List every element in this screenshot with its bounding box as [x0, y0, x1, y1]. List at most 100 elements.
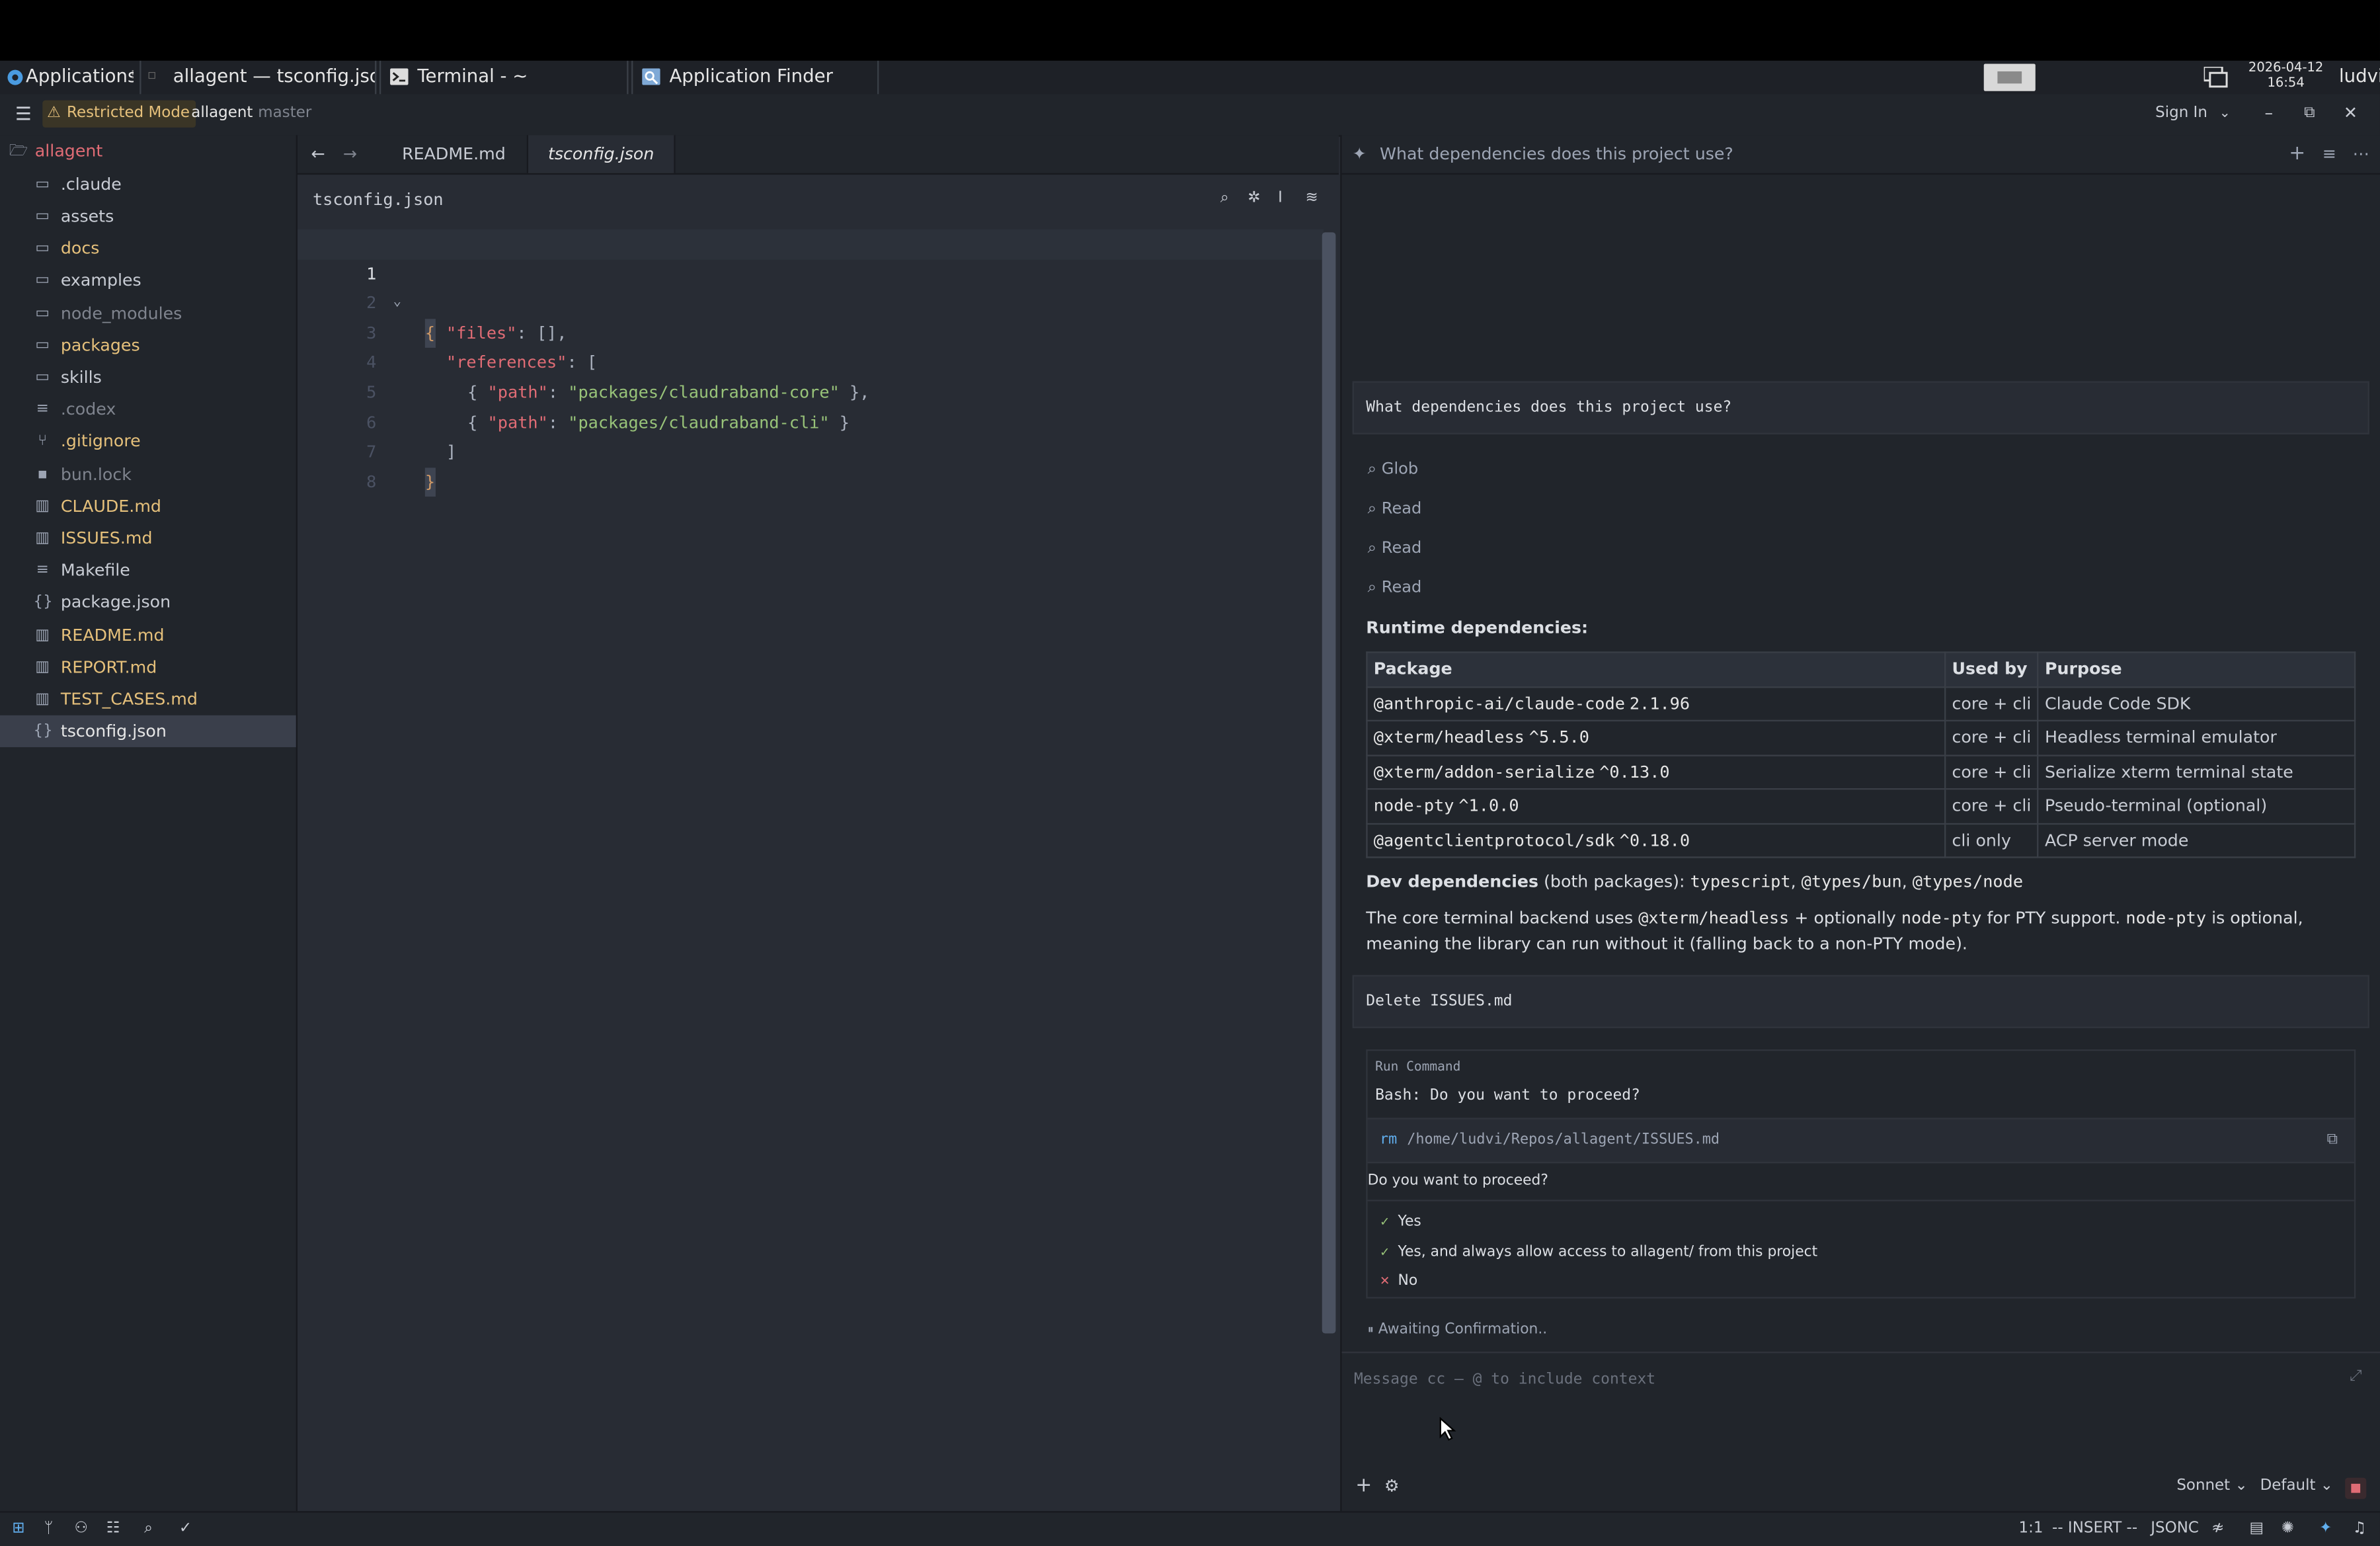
search-icon[interactable]: ⌕ [144, 1513, 153, 1546]
stop-button[interactable] [2345, 1477, 2367, 1499]
permission-option[interactable]: ✓ Yes, and always allow access to allagen… [1368, 1239, 2339, 1266]
editor-pane: ← → README.md tsconfig.json tsconfig.jso… [297, 135, 1339, 1512]
tree-item[interactable]: ▭ assets [0, 200, 296, 232]
task-allagent[interactable]: ▫ allagent — tsconfig.json [139, 60, 377, 95]
tree-item[interactable]: ▭ examples [0, 264, 296, 296]
user-name[interactable]: ludvi [2339, 61, 2380, 95]
tab-readme[interactable]: README.md [383, 135, 526, 173]
folder-icon: ▭ [35, 175, 50, 192]
tool-call-read[interactable]: ⌕ Read [1368, 534, 1422, 561]
expand-icon[interactable]: ⤢ [2350, 1368, 2361, 1385]
collaborators-icon[interactable]: ⚇ [74, 1513, 88, 1546]
history-icon[interactable]: ≡ [2322, 135, 2336, 173]
sparkle-icon: ✦ [1352, 144, 1367, 165]
tree-item[interactable]: ▥ TEST_CASES.md [0, 683, 296, 715]
breadcrumb[interactable]: tsconfig.json [313, 190, 444, 210]
purpose-cell: Headless terminal emulator [2037, 719, 2356, 756]
sign-in-button[interactable]: Sign In [2155, 94, 2207, 134]
more-options-icon[interactable]: ⋯ [2353, 135, 2369, 173]
debug-icon[interactable]: ✺ [2281, 1513, 2294, 1546]
tree-root[interactable]: 🗁 allagent [0, 135, 296, 167]
cursor-position[interactable]: 1:1 [2019, 1513, 2043, 1546]
copy-icon[interactable]: ⧉ [2327, 1119, 2338, 1162]
language-mode[interactable]: JSONC [2151, 1513, 2199, 1546]
tree-item[interactable]: ▥ REPORT.md [0, 651, 296, 683]
tree-item[interactable]: {} package.json [0, 587, 296, 618]
used-by-cell: cli only [1944, 822, 2039, 858]
clock[interactable]: 2026-04-12 16:54 [2241, 61, 2332, 91]
tree-item[interactable]: ▪ bun.lock [0, 458, 296, 489]
project-name[interactable]: allagent [191, 94, 253, 134]
permission-option[interactable]: ✕ No [1368, 1268, 2339, 1295]
tree-item[interactable]: ▥ README.md [0, 619, 296, 651]
tool-call-read[interactable]: ⌕ Read [1368, 574, 1422, 601]
sparkle-icon[interactable]: ✲ [1248, 190, 1260, 206]
book-icon: ▥ [35, 659, 50, 676]
message-input[interactable]: Message cc — @ to include context [1354, 1371, 1655, 1388]
task-app-finder[interactable]: Application Finder [631, 60, 879, 95]
model-selector[interactable]: Sonnet ⌄ [2176, 1478, 2247, 1494]
permission-option[interactable]: ✓ Yes [1368, 1209, 2339, 1236]
branch-name[interactable]: master [258, 94, 311, 134]
search-icon[interactable]: ⌕ [1220, 190, 1229, 206]
tree-item[interactable]: ▭ .claude [0, 168, 296, 200]
window-icon: ▫ [147, 68, 157, 84]
cursor-icon[interactable]: I [1278, 190, 1283, 206]
restricted-mode-badge[interactable]: ⚠ Restricted Mode [42, 100, 196, 128]
table-header: Used by [1944, 651, 2039, 688]
package-cell: node-pty ^1.0.0 [1366, 788, 1946, 824]
tree-item[interactable]: ▥ ISSUES.md [0, 522, 296, 554]
close-icon[interactable]: ✕ [2344, 94, 2358, 134]
user-message: Delete ISSUES.md [1352, 975, 2369, 1028]
notification-bell-icon[interactable]: ♫ [2353, 1513, 2367, 1546]
code-line: 7 } [298, 408, 1324, 497]
add-context-icon[interactable]: + [1355, 1475, 1372, 1497]
tree-item[interactable]: ▥ CLAUDE.md [0, 490, 296, 522]
tool-call-glob[interactable]: ⌕ Glob [1368, 456, 1419, 483]
settings-gear-icon[interactable]: ⚙ [1384, 1476, 1400, 1496]
tree-item[interactable]: ⑂ .gitignore [0, 426, 296, 458]
search-icon: ⌕ [1367, 579, 1382, 597]
panels-icon[interactable]: ⊞ [12, 1513, 24, 1546]
minimize-icon[interactable]: – [2264, 94, 2273, 134]
tree-item[interactable]: {} tsconfig.json [0, 715, 296, 748]
editor-scrollbar[interactable] [1322, 232, 1336, 1334]
status-bar: ⊞ ᛘ ⚇ ☷ ⌕ ✓ 1:1 -- INSERT -- JSONC ≉ ▤ ✺… [0, 1511, 2380, 1546]
tree-item[interactable]: ≡ Makefile [0, 555, 296, 587]
terminal-icon[interactable]: ▤ [2250, 1513, 2264, 1546]
outline-icon[interactable]: ☷ [106, 1513, 120, 1546]
tree-item[interactable]: ≡ .codex [0, 393, 296, 425]
tool-call-read[interactable]: ⌕ Read [1368, 495, 1422, 522]
tab-tsconfig[interactable]: tsconfig.json [526, 135, 676, 173]
tree-item[interactable]: ▭ docs [0, 233, 296, 264]
new-thread-icon[interactable]: + [2289, 135, 2305, 173]
back-arrow-icon[interactable]: ← [311, 135, 325, 173]
book-icon: ▥ [35, 690, 50, 708]
tree-item[interactable]: ▭ node_modules [0, 297, 296, 329]
thread-title[interactable]: What dependencies does this project use? [1380, 135, 1733, 173]
hamburger-menu-icon[interactable]: ☰ [15, 94, 32, 134]
workspace-switcher[interactable] [1983, 63, 2036, 91]
tree-item[interactable]: ▭ skills [0, 361, 296, 393]
mouse-cursor-icon [1439, 1416, 1456, 1441]
tree-item[interactable]: ▭ packages [0, 329, 296, 361]
mode-selector[interactable]: Default ⌄ [2260, 1478, 2333, 1494]
git-branch-icon[interactable]: ᛘ [44, 1513, 54, 1546]
folder-icon: ▭ [35, 240, 50, 257]
agent-icon[interactable]: ✦ [2319, 1513, 2332, 1546]
restore-icon[interactable]: ⧉ [2304, 94, 2315, 134]
lock-icon: ▪ [37, 465, 48, 483]
applications-menu[interactable]: Applications ⁝ [3, 61, 134, 95]
agent-header: ✦ What dependencies does this project us… [1341, 135, 2380, 175]
forward-arrow-icon[interactable]: → [343, 135, 357, 173]
settings-sliders-icon[interactable]: ≋ [1305, 190, 1318, 206]
table-header: Purpose [2037, 651, 2356, 688]
check-icon[interactable]: ✓ [179, 1513, 192, 1546]
chevron-down-icon[interactable]: ⌄ [2219, 94, 2231, 134]
display-icon[interactable] [2203, 67, 2229, 88]
used-by-cell: core + cli [1944, 719, 2039, 756]
tab-bar: ← → README.md tsconfig.json [297, 135, 1339, 175]
ai-toggle-icon[interactable]: ≉ [2211, 1513, 2224, 1546]
task-terminal[interactable]: Terminal - ~ [379, 60, 629, 95]
card-title: Bash: Do you want to proceed? [1375, 1087, 1640, 1104]
